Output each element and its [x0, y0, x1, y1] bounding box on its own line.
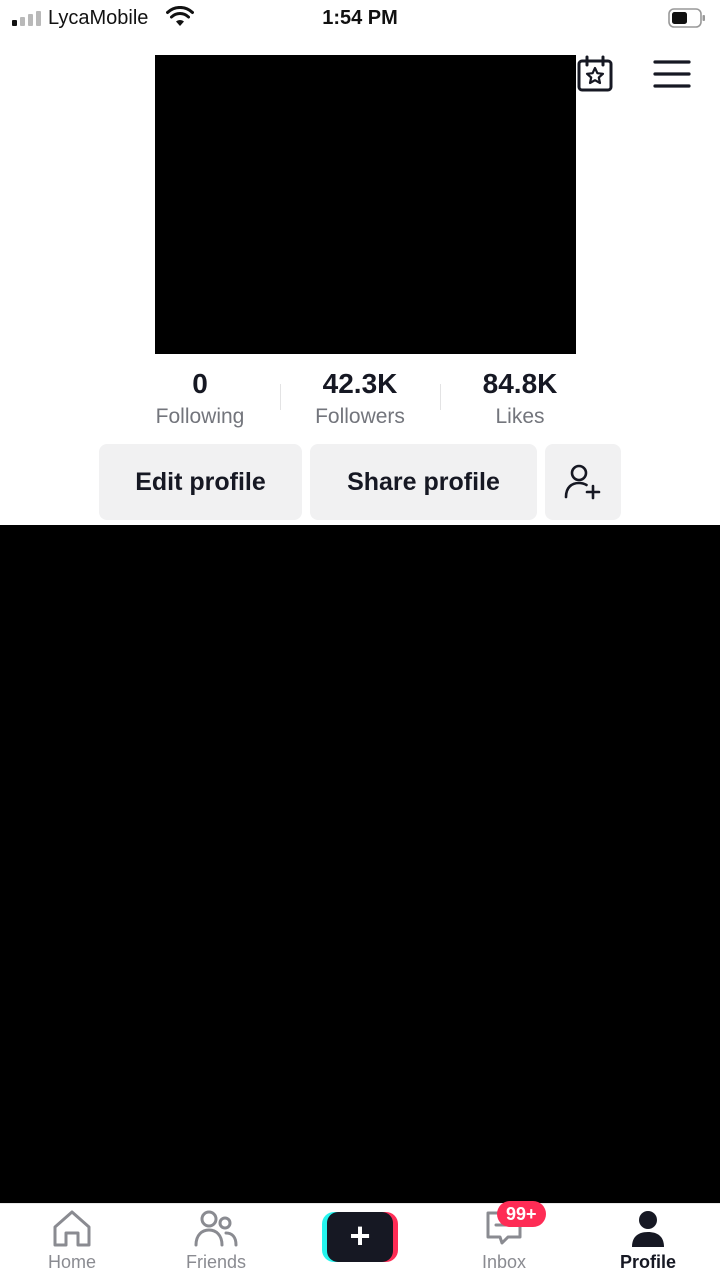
calendar-star-icon[interactable] [575, 54, 615, 94]
add-friend-button[interactable] [545, 444, 621, 520]
hamburger-menu-icon[interactable] [652, 54, 692, 94]
tab-profile[interactable]: Profile [578, 1204, 718, 1280]
stat-label: Followers [315, 405, 405, 428]
create-button[interactable]: + [322, 1212, 398, 1262]
plus-icon: + [327, 1212, 393, 1262]
redacted-profile-header [155, 55, 576, 354]
tab-label: Home [47, 1252, 96, 1272]
tab-label: Friends [185, 1252, 247, 1272]
redacted-video-grid [0, 525, 720, 1203]
status-bar: LycaMobile 1:54 PM [0, 0, 720, 38]
person-add-icon [564, 464, 601, 500]
stat-value: 42.3K [322, 368, 398, 399]
tab-friends[interactable]: Friends [146, 1204, 286, 1280]
stat-label: Likes [495, 405, 545, 428]
stat-label: Following [155, 405, 245, 428]
stat-likes[interactable]: 84.8K Likes [440, 366, 600, 436]
edit-profile-button[interactable]: Edit profile [99, 444, 302, 520]
battery-icon [668, 8, 705, 28]
stat-followers[interactable]: 42.3K Followers [280, 366, 440, 436]
bottom-tab-bar: Home Friends + Inbox 99+ Profile [0, 1201, 720, 1280]
friends-icon [194, 1210, 238, 1247]
profile-stats: 0 Following 42.3K Followers 84.8K Likes [120, 366, 600, 436]
home-icon [53, 1210, 91, 1247]
tab-label: Inbox [481, 1252, 527, 1272]
status-time: 1:54 PM [322, 7, 398, 29]
tab-home[interactable]: Home [2, 1204, 142, 1280]
stat-following[interactable]: 0 Following [120, 366, 280, 436]
stat-value: 84.8K [482, 368, 558, 399]
stat-value: 0 [192, 368, 208, 399]
share-profile-button[interactable]: Share profile [310, 444, 537, 520]
profile-icon [632, 1211, 664, 1247]
inbox-badge: 99+ [497, 1201, 546, 1227]
tab-label: Profile [619, 1252, 676, 1272]
